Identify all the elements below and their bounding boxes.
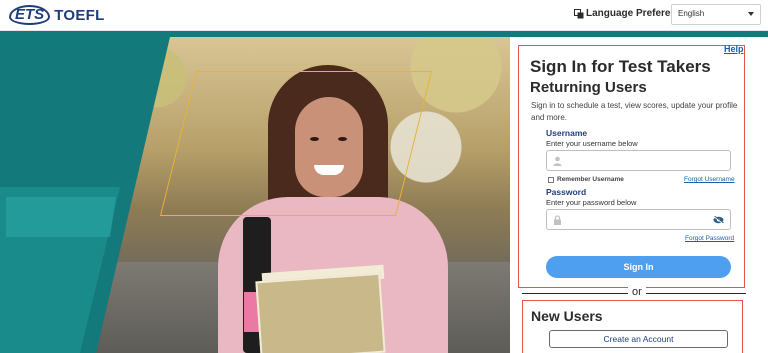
create-account-button[interactable]: Create an Account: [549, 330, 728, 348]
or-label: or: [628, 286, 646, 298]
password-input[interactable]: [546, 209, 731, 230]
username-input[interactable]: [546, 150, 731, 171]
translate-icon: [574, 8, 584, 18]
language-select[interactable]: English: [671, 4, 761, 25]
user-icon: [553, 156, 562, 166]
lock-icon: [554, 215, 561, 225]
top-header: ETS TOEFL Language Preference English: [0, 0, 768, 31]
remember-username[interactable]: Remember Username: [548, 176, 624, 183]
username-hint: Enter your username below: [546, 139, 638, 148]
teal-letter-shape: [6, 197, 116, 237]
ets-logo-text: ETS: [9, 5, 51, 25]
password-hint: Enter your password below: [546, 198, 637, 207]
hero-image: [0, 37, 510, 353]
new-users-heading: New Users: [531, 308, 603, 324]
chevron-down-icon: [748, 12, 754, 16]
returning-users-heading: Returning Users: [530, 79, 647, 96]
signin-title: Sign In for Test Takers: [530, 57, 711, 76]
forgot-username-link[interactable]: Forgot Username: [684, 176, 735, 183]
ets-toefl-logo[interactable]: ETS TOEFL: [9, 4, 105, 26]
book: [255, 272, 386, 353]
password-label: Password: [546, 187, 587, 197]
remember-checkbox[interactable]: [548, 176, 554, 183]
help-link[interactable]: Help: [724, 44, 744, 54]
username-label: Username: [546, 128, 588, 138]
forgot-password-link[interactable]: Forgot Password: [685, 235, 734, 242]
eye-slash-icon[interactable]: [713, 216, 724, 224]
language-selected-value: English: [678, 9, 705, 18]
signin-button[interactable]: Sign In: [546, 256, 731, 278]
toefl-logo-text: TOEFL: [54, 6, 105, 24]
remember-username-label: Remember Username: [557, 176, 624, 183]
decorative-frame: [159, 71, 433, 216]
signin-description: Sign in to schedule a test, view scores,…: [531, 101, 738, 122]
